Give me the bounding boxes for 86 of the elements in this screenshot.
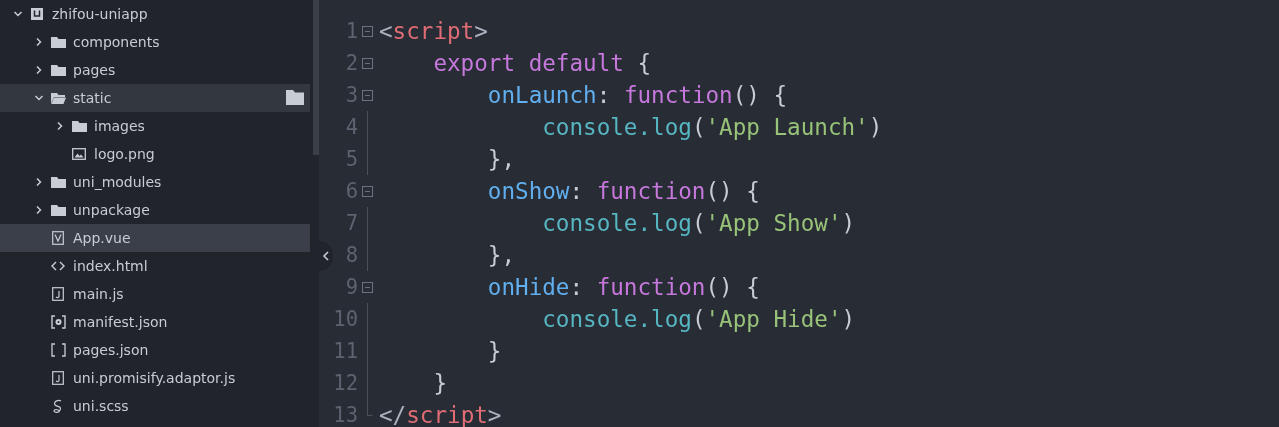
code-line: </script> — [379, 402, 502, 427]
code-line: }, — [486, 242, 516, 268]
file-name: unpackage — [73, 202, 150, 218]
fold-toggle-icon[interactable] — [362, 185, 373, 197]
file-tree-item[interactable]: logo.png — [0, 140, 310, 168]
file-tree-item[interactable]: pages — [0, 56, 310, 84]
file-name: logo.png — [94, 146, 155, 162]
vue-file-icon — [52, 231, 64, 245]
image-icon — [72, 148, 86, 160]
code-line: } — [486, 338, 502, 364]
file-name: App.vue — [73, 230, 131, 246]
chevron-right-icon — [34, 65, 44, 75]
fold-toggle-icon[interactable] — [362, 57, 373, 69]
chevron-right-icon — [34, 177, 44, 187]
file-tree-item[interactable]: unpackage — [0, 196, 310, 224]
file-tree-item[interactable]: uni_modules — [0, 168, 310, 196]
fold-toggle-icon[interactable] — [362, 89, 373, 101]
file-tree-item[interactable]: pages.json — [0, 336, 310, 364]
file-tree-item[interactable]: static — [0, 84, 310, 112]
file-name: index.html — [73, 258, 148, 274]
line-number: 3 — [344, 83, 358, 107]
file-name: uni_modules — [73, 174, 162, 190]
code-line: <script> — [379, 18, 488, 44]
code-line: } — [432, 370, 447, 396]
file-name: components — [73, 34, 160, 50]
scrollbar[interactable] — [313, 0, 319, 155]
code-line: console.log('App Show') — [541, 210, 856, 236]
project-icon — [30, 7, 44, 21]
chevron-down-icon — [13, 9, 23, 19]
line-number: 5 — [344, 147, 358, 171]
file-tree-item[interactable]: main.js — [0, 280, 310, 308]
line-number: 1 — [344, 19, 358, 43]
file-name: zhifou-uniapp — [52, 6, 148, 22]
new-folder-icon — [286, 90, 304, 105]
folder-icon — [50, 64, 66, 76]
file-tree-item[interactable]: components — [0, 28, 310, 56]
file-name: static — [73, 90, 112, 106]
file-name: images — [94, 118, 145, 134]
fold-toggle-icon[interactable] — [362, 281, 373, 293]
line-number: 8 — [344, 243, 358, 267]
folder-icon — [50, 204, 66, 216]
chevron-down-icon — [34, 93, 44, 103]
line-number: 10 — [333, 307, 358, 331]
code-line: onHide: function() { — [486, 274, 760, 300]
file-name: manifest.json — [73, 314, 168, 330]
file-tree-item[interactable]: App.vue — [0, 224, 310, 252]
file-tree-item[interactable]: index.html — [0, 252, 310, 280]
code-line: console.log('App Launch') — [541, 114, 883, 140]
chevron-left-icon — [322, 251, 330, 261]
file-name: uni.scss — [73, 398, 129, 414]
file-tree-item[interactable]: uni.scss — [0, 392, 310, 420]
square-brackets-icon — [50, 343, 66, 357]
line-number: 2 — [344, 51, 358, 75]
collapse-sidebar-button[interactable] — [319, 241, 333, 271]
file-name: pages — [73, 62, 116, 78]
folder-icon — [50, 36, 66, 48]
file-tree-item[interactable]: manifest.json — [0, 308, 310, 336]
code-line: onShow: function() { — [486, 178, 760, 204]
chevron-right-icon — [34, 205, 44, 215]
code-line: export default { — [432, 50, 652, 76]
folder-icon — [71, 120, 87, 132]
chevron-right-icon — [34, 37, 44, 47]
code-brackets-icon — [51, 261, 65, 271]
file-name: main.js — [73, 286, 124, 302]
file-name: pages.json — [73, 342, 149, 358]
folder-icon — [50, 176, 66, 188]
file-tree-item[interactable]: images — [0, 112, 310, 140]
line-number: 11 — [333, 339, 358, 363]
open-folder-icon — [50, 92, 66, 104]
code-line: onLaunch: function() { — [486, 82, 788, 108]
line-number: 6 — [344, 179, 358, 203]
gear-file-icon — [50, 315, 66, 329]
line-number: 4 — [344, 115, 358, 139]
line-number: 9 — [344, 275, 358, 299]
file-tree-item[interactable]: zhifou-uniapp — [0, 0, 310, 28]
code-line: console.log('App Hide') — [541, 306, 856, 332]
file-name: uni.promisify.adaptor.js — [73, 370, 236, 386]
line-number: 13 — [333, 403, 358, 427]
line-number: 12 — [333, 371, 358, 395]
code-line: }, — [486, 146, 516, 172]
chevron-right-icon — [55, 121, 65, 131]
fold-toggle-icon[interactable] — [362, 25, 373, 37]
file-tree-item[interactable]: uni.promisify.adaptor.js — [0, 364, 310, 392]
js-file-icon — [52, 287, 64, 301]
js-file-icon — [52, 371, 64, 385]
line-number: 7 — [344, 211, 358, 235]
